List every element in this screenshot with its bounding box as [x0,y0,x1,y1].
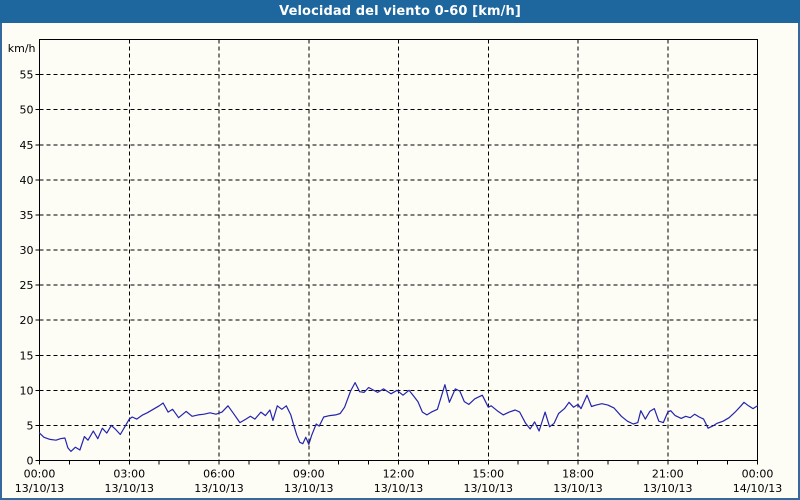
y-tick-label: 40 [20,174,34,187]
x-tick-date-label: 13/10/13 [284,482,333,495]
x-tick-date-label: 13/10/13 [105,482,154,495]
wind-speed-chart-window: Velocidad del viento 0-60 [km/h] 0510152… [0,0,800,500]
chart-axes [36,40,758,465]
y-tick-label: 30 [20,244,34,257]
chart-canvas: 051015202530354045505500:0013/10/1303:00… [0,0,800,500]
y-tick-label: 10 [20,384,34,397]
y-tick-label: 45 [20,139,34,152]
chart-title: Velocidad del viento 0-60 [km/h] [279,4,521,19]
x-tick-date-label: 13/10/13 [374,482,423,495]
y-tick-label: 55 [20,69,34,82]
y-tick-label: 25 [20,279,34,292]
x-tick-date-label: 13/10/13 [15,482,64,495]
x-tick-time-label: 09:00 [293,468,325,481]
y-tick-label: 15 [20,349,34,362]
y-tick-label: 5 [27,419,34,432]
x-tick-date-label: 13/10/13 [194,482,243,495]
x-tick-date-label: 13/10/13 [553,482,602,495]
x-tick-time-label: 00:00 [742,468,774,481]
x-tick-time-label: 18:00 [562,468,594,481]
y-tick-label: 20 [20,314,34,327]
x-tick-time-label: 15:00 [472,468,504,481]
y-tick-label: 50 [20,104,34,117]
x-tick-time-label: 12:00 [383,468,415,481]
x-tick-time-label: 06:00 [203,468,235,481]
chart-gridlines [40,40,758,461]
x-tick-time-label: 03:00 [113,468,145,481]
chart-title-bar: Velocidad del viento 0-60 [km/h] [0,0,800,23]
x-tick-time-label: 21:00 [652,468,684,481]
y-tick-label: 0 [27,455,34,468]
x-tick-time-label: 00:00 [24,468,56,481]
x-tick-date-label: 13/10/13 [464,482,513,495]
y-axis-unit-label: km/h [8,42,36,55]
x-tick-date-label: 13/10/13 [643,482,692,495]
x-tick-date-label: 14/10/13 [733,482,782,495]
y-tick-label: 35 [20,209,34,222]
